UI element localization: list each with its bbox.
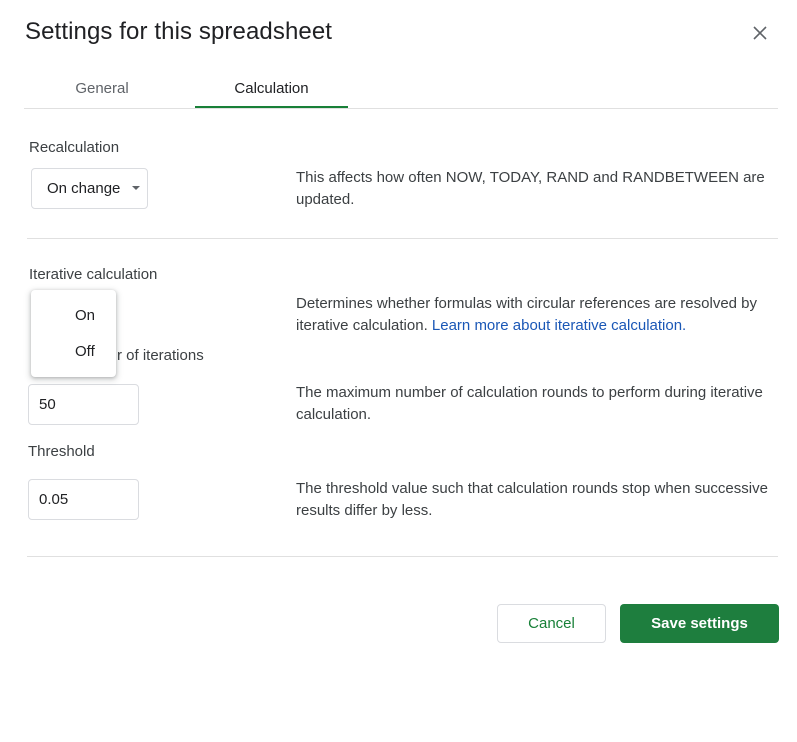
recalculation-selected-value: On change bbox=[47, 180, 121, 197]
footer-divider bbox=[27, 556, 778, 557]
recalculation-description: This affects how often NOW, TODAY, RAND … bbox=[296, 169, 765, 208]
max-iterations-label: r of iterations bbox=[117, 347, 204, 364]
iterative-dropdown-menu: On Off bbox=[31, 290, 116, 377]
tab-general[interactable]: General bbox=[24, 70, 180, 106]
menu-item-on[interactable]: On bbox=[31, 300, 116, 330]
max-iterations-input[interactable] bbox=[28, 384, 139, 425]
section-divider bbox=[27, 238, 778, 239]
threshold-input[interactable] bbox=[28, 479, 139, 520]
recalculation-select[interactable]: On change bbox=[31, 168, 148, 209]
recalculation-label: Recalculation bbox=[29, 139, 120, 156]
threshold-label: Threshold bbox=[28, 443, 95, 460]
close-button[interactable] bbox=[746, 19, 774, 47]
iterative-calculation-description: Determines whether formulas with circula… bbox=[296, 293, 776, 337]
save-settings-button[interactable]: Save settings bbox=[620, 604, 779, 643]
learn-more-link[interactable]: Learn more about iterative calculation. bbox=[432, 317, 686, 334]
menu-item-off[interactable]: Off bbox=[31, 336, 116, 366]
tab-calculation[interactable]: Calculation bbox=[195, 70, 348, 108]
settings-dialog: Settings for this spreadsheet General Ca… bbox=[0, 0, 797, 742]
caret-down-icon bbox=[132, 186, 140, 190]
cancel-button[interactable]: Cancel bbox=[497, 604, 606, 643]
dialog-title: Settings for this spreadsheet bbox=[25, 18, 333, 45]
threshold-description: The threshold value such that calculatio… bbox=[296, 480, 768, 519]
tab-bar: General Calculation bbox=[24, 70, 778, 109]
iterative-calculation-label: Iterative calculation bbox=[29, 266, 158, 283]
close-icon bbox=[753, 26, 767, 40]
max-iterations-description: The maximum number of calculation rounds… bbox=[296, 384, 763, 423]
